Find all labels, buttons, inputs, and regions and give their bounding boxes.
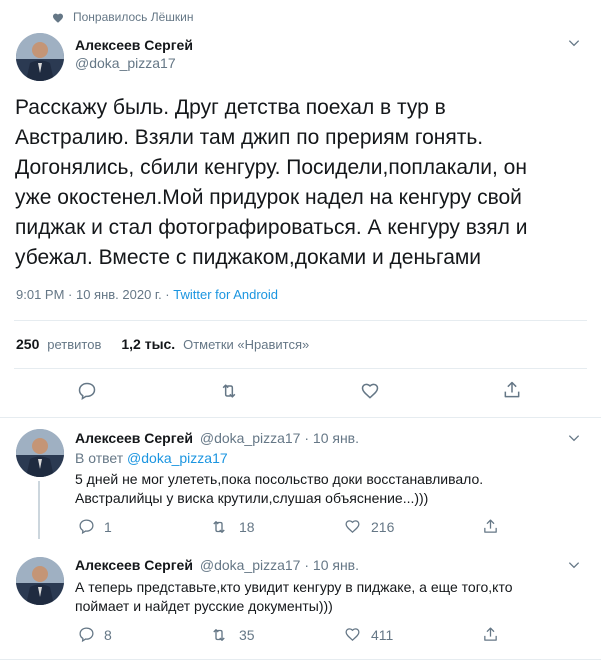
tweet-text-line: Догонялись, сбили кенгуру. Посидели,попл… xyxy=(15,156,527,179)
reply-count: 8 xyxy=(104,626,112,643)
thread-connector xyxy=(38,481,40,539)
likes-count: 1,2 тыс. xyxy=(121,336,176,352)
avatar[interactable] xyxy=(16,429,64,477)
reply-prefix: В ответ xyxy=(75,450,128,466)
share-icon xyxy=(484,519,497,533)
divider xyxy=(0,417,601,418)
avatar[interactable] xyxy=(16,557,64,605)
like-button[interactable] xyxy=(360,381,380,401)
tweet-stats: 250 ретвитов 1,2 тыс. Отметки «Нравится» xyxy=(16,336,309,352)
chevron-down-icon[interactable] xyxy=(567,558,581,577)
share-icon xyxy=(504,381,520,398)
author-name[interactable]: Алексеев Сергей xyxy=(75,557,193,573)
reply-button[interactable]: 1 xyxy=(78,518,112,535)
reply-header: Алексеев Сергей @doka_pizza17 · 10 янв. xyxy=(75,557,359,573)
tweet-text-line: уже окостенел.Мой придурок надел на кенг… xyxy=(15,186,522,209)
chevron-down-icon[interactable] xyxy=(567,431,581,450)
tweet-text-line: Расскажу быль. Друг детства поехал в тур… xyxy=(15,96,446,119)
share-button[interactable] xyxy=(482,518,499,535)
author-name[interactable]: Алексеев Сергей xyxy=(75,430,193,446)
social-context-text: Понравилось Лёшкин xyxy=(73,10,194,24)
heart-icon xyxy=(345,628,360,642)
avatar[interactable] xyxy=(16,33,64,81)
tweet-text-line: Австралию. Взяли там джип по прериям гон… xyxy=(15,126,484,149)
retweet-button[interactable]: 18 xyxy=(210,518,255,536)
heart-icon xyxy=(345,520,360,534)
retweets-label: ретвитов xyxy=(47,337,102,352)
tweet-text-line: убежал. Вместе с пиджаком,доками и деньг… xyxy=(15,246,482,269)
handle-date[interactable]: @doka_pizza17 · 10 янв. xyxy=(200,557,359,573)
retweet-count: 35 xyxy=(239,627,255,643)
reply-text: А теперь представьте,кто увидит кенгуру … xyxy=(75,578,513,616)
social-context: Понравилось Лёшкин xyxy=(52,9,194,25)
share-icon xyxy=(484,627,497,641)
reply-count: 1 xyxy=(104,518,112,535)
retweets-count: 250 xyxy=(16,336,40,352)
handle-date[interactable]: @doka_pizza17 · 10 янв. xyxy=(200,430,359,446)
reply-header: Алексеев Сергей @doka_pizza17 · 10 янв. xyxy=(75,430,359,446)
tweet-source-link[interactable]: Twitter for Android xyxy=(173,287,278,302)
reply-context: В ответ @doka_pizza17 xyxy=(75,450,228,466)
reply-icon xyxy=(79,627,94,643)
heart-icon xyxy=(52,11,64,23)
share-button[interactable] xyxy=(482,626,499,643)
like-count: 216 xyxy=(371,518,395,535)
share-button[interactable] xyxy=(502,380,522,400)
like-button[interactable]: 216 xyxy=(344,518,394,535)
chevron-down-icon[interactable] xyxy=(567,36,581,55)
retweet-button[interactable]: 35 xyxy=(210,626,255,644)
tweet-text-line: пиджак и стал фотографироваться. А кенгу… xyxy=(15,216,528,239)
reply-button[interactable] xyxy=(77,381,97,401)
tweet-timestamp[interactable]: 9:01 PM · 10 янв. 2020 г. · xyxy=(16,287,173,302)
retweet-button[interactable] xyxy=(219,381,239,401)
reply-text: 5 дней не мог улететь,пока посольство до… xyxy=(75,470,483,508)
retweet-icon xyxy=(213,629,225,641)
reply-text-line: А теперь представьте,кто увидит кенгуру … xyxy=(75,579,513,595)
likes-stat[interactable]: 1,2 тыс. Отметки «Нравится» xyxy=(121,336,309,352)
author-name[interactable]: Алексеев Сергей xyxy=(75,37,193,53)
retweet-icon xyxy=(222,384,236,398)
reply-text-line: поймает и найдет русские документы))) xyxy=(75,598,333,614)
author-handle[interactable]: @doka_pizza17 xyxy=(75,55,176,71)
reply-button[interactable]: 8 xyxy=(78,626,112,643)
reply-to-link[interactable]: @doka_pizza17 xyxy=(127,450,228,466)
divider xyxy=(14,368,587,369)
reply-icon xyxy=(78,382,96,400)
reply-text-line: 5 дней не мог улететь,пока посольство до… xyxy=(75,471,484,487)
reply-text-line: Австралийцы у виска крутили,слушая объяс… xyxy=(75,490,429,506)
retweet-count: 18 xyxy=(239,519,255,535)
likes-label: Отметки «Нравится» xyxy=(183,337,310,352)
retweets-stat[interactable]: 250 ретвитов xyxy=(16,336,101,352)
like-count: 411 xyxy=(371,626,394,643)
retweet-icon xyxy=(213,521,225,533)
tweet-meta: 9:01 PM · 10 янв. 2020 г. · Twitter for … xyxy=(16,287,278,302)
tweet-text: Расскажу быль. Друг детства поехал в тур… xyxy=(15,93,595,273)
reply-icon xyxy=(79,519,94,535)
like-button[interactable]: 411 xyxy=(344,626,393,643)
divider xyxy=(14,320,587,321)
heart-icon xyxy=(361,383,379,399)
